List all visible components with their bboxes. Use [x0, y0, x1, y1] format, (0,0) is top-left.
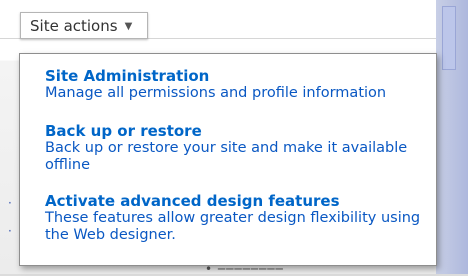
right-panel-scrollbar[interactable] — [436, 0, 468, 274]
menu-item-description: These features allow greater design flex… — [45, 210, 421, 243]
site-actions-menu: Site Administration Manage all permissio… — [19, 53, 437, 266]
chevron-down-icon: ▼ — [124, 21, 133, 32]
menu-item-back-up-or-restore[interactable]: Back up or restore Back up or restore yo… — [45, 122, 426, 174]
menu-item-title: Back up or restore — [45, 122, 202, 140]
menu-item-site-administration[interactable]: Site Administration Manage all permissio… — [45, 67, 426, 102]
site-actions-button[interactable]: Site actions ▼ — [20, 12, 148, 39]
background-fragment: · — [8, 196, 12, 210]
site-actions-label: Site actions — [30, 16, 118, 35]
menu-item-title: Site Administration — [45, 67, 210, 85]
scrollbar-thumb[interactable] — [442, 6, 456, 70]
background-fragment: · — [8, 224, 12, 238]
menu-item-activate-advanced-design[interactable]: Activate advanced design features These … — [45, 192, 426, 244]
menu-item-description: Manage all permissions and profile infor… — [45, 85, 387, 101]
menu-item-description: Back up or restore your site and make it… — [45, 140, 408, 173]
menu-item-title: Activate advanced design features — [45, 192, 340, 210]
